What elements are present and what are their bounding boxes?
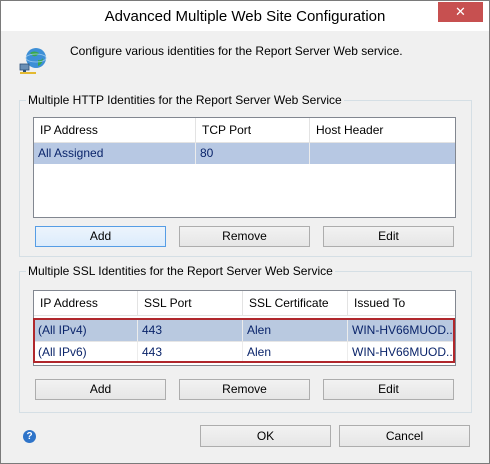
http-group-legend: Multiple HTTP Identities for the Report … xyxy=(28,93,342,107)
column-ip-address[interactable]: IP Address xyxy=(34,118,196,142)
ok-button[interactable]: OK xyxy=(200,425,331,447)
dialog-window: Advanced Multiple Web Site Configuration… xyxy=(0,0,490,464)
table-row[interactable]: All Assigned 80 xyxy=(34,143,455,164)
help-icon[interactable]: ? xyxy=(23,430,36,443)
http-add-button[interactable]: Add xyxy=(35,226,166,247)
http-identities-table[interactable]: IP Address TCP Port Host Header All Assi… xyxy=(33,117,456,218)
column-issued-to[interactable]: Issued To xyxy=(348,291,455,315)
http-table-header: IP Address TCP Port Host Header xyxy=(34,118,455,143)
column-ssl-certificate[interactable]: SSL Certificate xyxy=(243,291,348,315)
globe-network-icon xyxy=(19,48,47,74)
http-edit-button[interactable]: Edit xyxy=(323,226,454,247)
ssl-table-header: IP Address SSL Port SSL Certificate Issu… xyxy=(34,291,455,316)
column-tcp-port[interactable]: TCP Port xyxy=(196,118,310,142)
ssl-group-legend: Multiple SSL Identities for the Report S… xyxy=(28,264,333,278)
ssl-add-button[interactable]: Add xyxy=(35,379,166,400)
cancel-button[interactable]: Cancel xyxy=(339,425,470,447)
close-button[interactable]: ✕ xyxy=(438,2,483,22)
window-title: Advanced Multiple Web Site Configuration xyxy=(104,8,386,25)
cell-ip-address: All Assigned xyxy=(34,143,196,164)
http-remove-button[interactable]: Remove xyxy=(179,226,310,247)
cell-host-header xyxy=(310,143,455,164)
column-ip-address[interactable]: IP Address xyxy=(34,291,138,315)
intro-description: Configure various identities for the Rep… xyxy=(70,44,403,58)
ssl-remove-button[interactable]: Remove xyxy=(179,379,310,400)
column-host-header[interactable]: Host Header xyxy=(310,118,455,142)
ssl-rows-highlight xyxy=(33,318,455,363)
ssl-edit-button[interactable]: Edit xyxy=(323,379,454,400)
title-bar: Advanced Multiple Web Site Configuration… xyxy=(1,1,489,31)
column-ssl-port[interactable]: SSL Port xyxy=(138,291,243,315)
cell-tcp-port: 80 xyxy=(196,143,310,164)
close-icon: ✕ xyxy=(455,4,466,19)
